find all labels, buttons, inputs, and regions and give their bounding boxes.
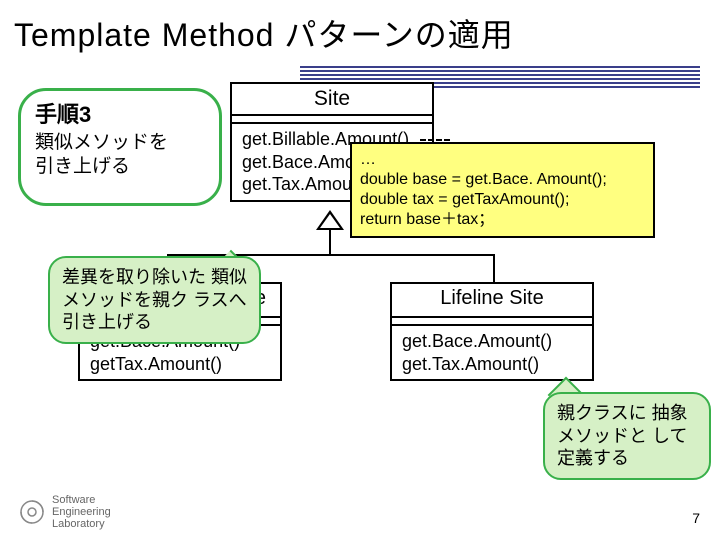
- callout-pull-up: 差異を取り除いた 類似メソッドを親ク ラスへ引き上げる: [48, 256, 261, 344]
- class-name-site: Site: [232, 84, 432, 116]
- class-ops-lifeline: get.Bace.Amount() get.Tax.Amount(): [392, 326, 592, 379]
- logo-icon: [18, 498, 46, 526]
- page-title: Template Method パターンの適用: [14, 10, 514, 56]
- step-body-line1: 類似メソッドを: [35, 132, 168, 153]
- class-name-lifeline: Lifeline Site: [392, 284, 592, 318]
- logo-line1: Software: [52, 494, 111, 506]
- callout-abstract: 親クラスに 抽象メソッドと して定義する: [543, 392, 711, 480]
- step-box: 手順3 類似メソッドを 引き上げる: [18, 88, 222, 206]
- class-gap: [392, 318, 592, 326]
- page-number: 7: [692, 510, 700, 526]
- step-body: 類似メソッドを 引き上げる: [35, 131, 205, 179]
- step-heading: 手順3: [35, 97, 205, 129]
- inheritance-arrow-icon: [316, 210, 344, 230]
- inh-line-v: [329, 230, 331, 254]
- class-gap: [232, 116, 432, 124]
- inh-line-right: [493, 254, 495, 282]
- note-connector: [420, 139, 450, 141]
- logo-text: Software Engineering Laboratory: [52, 494, 111, 530]
- logo-line2: Engineering: [52, 506, 111, 518]
- class-box-lifeline: Lifeline Site get.Bace.Amount() get.Tax.…: [390, 282, 594, 381]
- slide: { "title": "Template Method パターンの適用", "s…: [0, 0, 720, 540]
- footer-logo: Software Engineering Laboratory: [18, 494, 111, 530]
- logo-line3: Laboratory: [52, 518, 111, 530]
- code-note: … double base = get.Bace. Amount(); doub…: [350, 142, 655, 238]
- step-body-line2: 引き上げる: [35, 156, 130, 177]
